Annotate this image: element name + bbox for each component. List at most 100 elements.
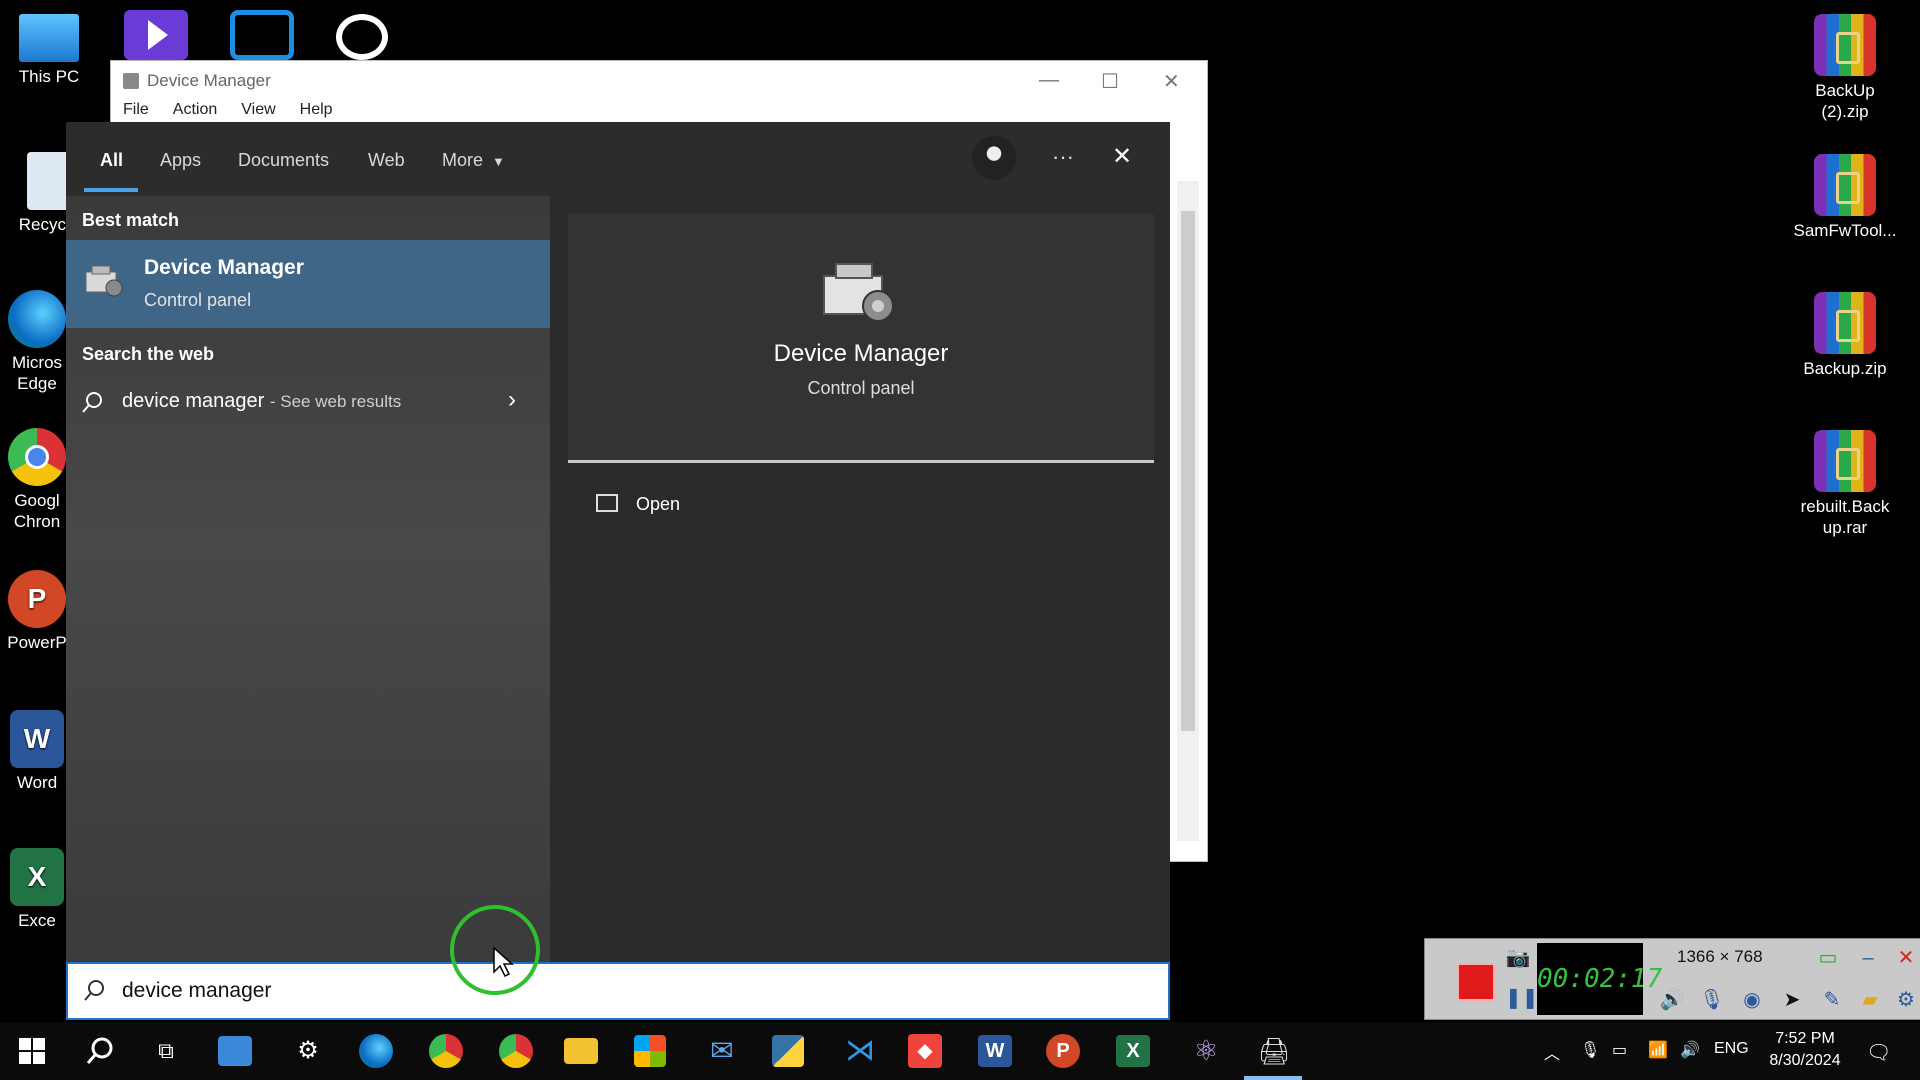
- avatar[interactable]: [972, 136, 1016, 180]
- tab-apps[interactable]: Apps: [160, 150, 201, 171]
- settings-icon[interactable]: ⚙: [288, 1031, 328, 1071]
- mail-icon[interactable]: ✉: [702, 1031, 742, 1071]
- device-manager-icon: [823, 263, 894, 322]
- file-explorer-icon[interactable]: [564, 1038, 598, 1064]
- taskbar: ⧉ ⚙ ✉ ⋊ ◆ W P X ⚛ 🖨 ︿ 🎙 ▭ 📶 🔊 ENG 7:52 P…: [0, 1022, 1920, 1080]
- desktop-icon-label: Micros Edge: [11, 353, 63, 393]
- active-tab-indicator: [84, 188, 138, 192]
- search-icon[interactable]: [80, 1031, 120, 1071]
- open-action[interactable]: Open: [596, 492, 796, 522]
- camera-icon[interactable]: 📷: [1505, 945, 1531, 971]
- chrome-icon: [8, 428, 66, 486]
- vscode-icon[interactable]: ⋊: [840, 1031, 880, 1071]
- tab-all[interactable]: All: [100, 150, 123, 171]
- pen-icon[interactable]: ✎: [1819, 987, 1845, 1013]
- desktop-icon-label: PowerP: [7, 633, 67, 652]
- search-input[interactable]: [120, 974, 1104, 1008]
- webcam-icon[interactable]: ◉: [1739, 987, 1765, 1013]
- desktop-app-icon-2[interactable]: [230, 10, 294, 60]
- desktop-app-icon-3[interactable]: [336, 14, 388, 60]
- desktop-icon-label: BackUp (2).zip: [1815, 81, 1875, 121]
- device-manager-taskbar-icon[interactable]: 🖨: [1254, 1031, 1294, 1071]
- news-app-icon[interactable]: [218, 1036, 252, 1066]
- maximize-icon[interactable]: ☐: [1101, 69, 1119, 94]
- cursor-icon[interactable]: ➤: [1779, 987, 1805, 1013]
- speaker-icon[interactable]: 🔊: [1659, 987, 1685, 1013]
- desktop-icon-backup-2-zip[interactable]: BackUp (2).zip: [1790, 14, 1900, 122]
- web-search-result[interactable]: device manager - See web results ›: [66, 376, 550, 426]
- minimize-icon[interactable]: –: [1855, 945, 1881, 971]
- desktop-icon-label: Backup.zip: [1803, 359, 1887, 378]
- this-pc-icon: [19, 14, 79, 62]
- winrar-archive-icon: [1814, 292, 1876, 354]
- word-icon: W: [10, 710, 64, 768]
- clock[interactable]: 7:52 PM 8/30/2024: [1750, 1028, 1860, 1072]
- active-app-indicator: [1244, 1076, 1302, 1080]
- detail-pane: Device Manager Control panel: [568, 214, 1154, 462]
- minimize-icon[interactable]: —: [1039, 69, 1059, 92]
- desktop-app-icon-video-editor[interactable]: [124, 10, 188, 60]
- close-icon[interactable]: ✕: [1163, 69, 1180, 94]
- edge-icon[interactable]: [356, 1031, 396, 1071]
- web-query-suffix: - See web results: [269, 392, 402, 411]
- desktop-icon-backup-zip[interactable]: Backup.zip: [1790, 292, 1900, 379]
- close-icon[interactable]: ✕: [1893, 945, 1919, 971]
- edge-icon: [8, 290, 66, 348]
- chevron-down-icon: ▼: [492, 154, 505, 169]
- region-icon[interactable]: ▭: [1815, 945, 1841, 971]
- winrar-archive-icon: [1814, 154, 1876, 216]
- microphone-icon[interactable]: 🎙: [1580, 1040, 1600, 1060]
- battery-icon[interactable]: ▭: [1612, 1040, 1627, 1060]
- anydesk-icon[interactable]: ◆: [908, 1034, 942, 1068]
- stop-record-button[interactable]: [1457, 963, 1495, 1001]
- windows-start-icon[interactable]: [12, 1031, 52, 1071]
- tab-web[interactable]: Web: [368, 150, 405, 171]
- language-indicator[interactable]: ENG: [1714, 1040, 1749, 1058]
- notifications-icon[interactable]: 🗨: [1866, 1040, 1891, 1065]
- folder-icon[interactable]: ▰: [1857, 987, 1883, 1013]
- desktop-icon-label: Googl Chron: [13, 491, 61, 531]
- python-icon[interactable]: [772, 1035, 804, 1067]
- desktop-icon-this-pc[interactable]: This PC: [0, 14, 104, 87]
- more-options-icon[interactable]: ···: [1052, 144, 1074, 170]
- search-icon: [84, 980, 104, 1001]
- task-view-icon[interactable]: ⧉: [146, 1031, 186, 1071]
- scrollbar[interactable]: [1177, 181, 1199, 841]
- desktop-icon-samfwtool[interactable]: SamFwTool...: [1790, 154, 1900, 241]
- device-manager-app-icon: [123, 73, 139, 89]
- powerpoint-icon[interactable]: P: [1046, 1034, 1080, 1068]
- best-match-heading: Best match: [82, 210, 180, 230]
- best-match-result[interactable]: Device Manager Control panel: [66, 240, 550, 328]
- tab-documents[interactable]: Documents: [238, 150, 329, 171]
- clock-time: 7:52 PM: [1775, 1030, 1835, 1047]
- detail-subtitle: Control panel: [807, 378, 915, 398]
- resolution-label: 1366 × 768: [1677, 947, 1763, 966]
- desktop-icon-label: Word: [16, 773, 58, 792]
- wifi-icon[interactable]: 📶: [1648, 1040, 1668, 1060]
- excel-icon[interactable]: X: [1116, 1035, 1150, 1067]
- open-label: Open: [636, 494, 681, 514]
- volume-icon[interactable]: 🔊: [1680, 1040, 1700, 1060]
- pause-icon[interactable]: ❚❚: [1505, 985, 1539, 1011]
- detail-actions: Open: [568, 464, 1154, 956]
- close-icon[interactable]: ✕: [1112, 142, 1132, 171]
- settings-icon[interactable]: ⚙: [1893, 987, 1919, 1013]
- chrome-profile-icon[interactable]: [496, 1031, 536, 1071]
- play-icon: [148, 20, 168, 50]
- detail-title: Device Manager: [773, 340, 949, 367]
- microsoft-store-icon[interactable]: [634, 1035, 666, 1067]
- word-icon[interactable]: W: [978, 1035, 1012, 1067]
- chevron-right-icon[interactable]: ›: [508, 386, 516, 414]
- control-panel-icon[interactable]: ⚛: [1186, 1031, 1226, 1071]
- desktop-icon-label: Exce: [18, 911, 56, 930]
- tab-more-label: More: [442, 150, 484, 170]
- tab-more[interactable]: More ▼: [442, 150, 505, 171]
- search-box[interactable]: [66, 962, 1170, 1020]
- desktop-icon-rebuilt-backup-rar[interactable]: rebuilt.Back up.rar: [1790, 430, 1900, 538]
- desktop-icon-label: This PC: [18, 67, 80, 86]
- detail-divider: [568, 460, 1154, 463]
- scrollbar-thumb[interactable]: [1181, 211, 1195, 731]
- chrome-icon[interactable]: [426, 1031, 466, 1071]
- microphone-icon[interactable]: 🎙: [1699, 987, 1725, 1013]
- chevron-up-icon[interactable]: ︿: [1544, 1040, 1560, 1064]
